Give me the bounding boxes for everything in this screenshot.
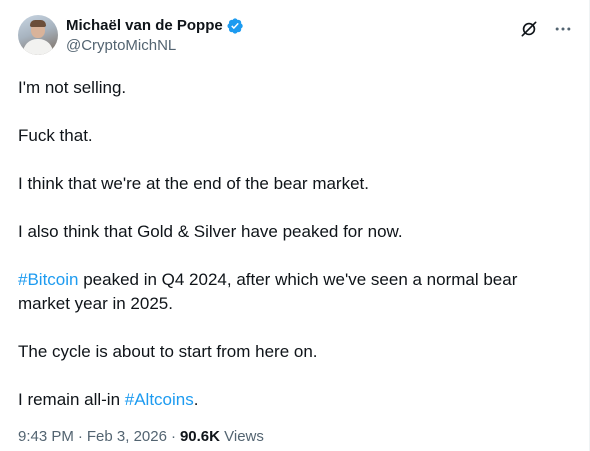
display-name-row: Michaël van de Poppe	[66, 16, 244, 36]
meta-separator: ·	[77, 428, 83, 445]
hashtag-altcoins[interactable]: #Altcoins	[125, 390, 194, 409]
author-names: Michaël van de Poppe @CryptoMichNL	[66, 16, 244, 56]
handle[interactable]: @CryptoMichNL	[66, 36, 244, 56]
avatar-body	[23, 39, 53, 55]
post-time[interactable]: 9:43 PM	[18, 428, 74, 445]
hashtag-bitcoin[interactable]: #Bitcoin	[18, 270, 78, 289]
paragraph-5: #Bitcoin peaked in Q4 2024, after which …	[18, 268, 558, 316]
avatar[interactable]	[18, 15, 58, 55]
views-label: Views	[219, 428, 264, 445]
avatar-hair	[30, 20, 46, 27]
display-name[interactable]: Michaël van de Poppe	[66, 16, 223, 36]
views-count[interactable]: 90.6K	[180, 428, 220, 445]
paragraph-4: I also think that Gold & Silver have pea…	[18, 222, 403, 241]
post-date[interactable]: Feb 3, 2026	[87, 428, 167, 445]
tweet-header: Michaël van de Poppe @CryptoMichNL	[18, 13, 573, 59]
more-icon[interactable]	[553, 19, 573, 39]
paragraph-1: I'm not selling.	[18, 78, 127, 97]
grok-icon[interactable]	[519, 19, 539, 39]
paragraph-7-text: I remain all-in	[18, 390, 125, 409]
tweet-meta: 9:43 PM · Feb 3, 2026 · 90.6K Views	[18, 427, 264, 447]
paragraph-6: The cycle is about to start from here on…	[18, 342, 318, 361]
paragraph-3: I think that we're at the end of the bea…	[18, 174, 369, 193]
tweet: Michaël van de Poppe @CryptoMichNL I'm n…	[0, 0, 590, 451]
header-actions	[519, 19, 573, 39]
meta-separator: ·	[170, 428, 176, 445]
paragraph-7: I remain all-in #Altcoins.	[18, 388, 558, 412]
tweet-text: I'm not selling. Fuck that. I think that…	[18, 76, 558, 436]
paragraph-2: Fuck that.	[18, 126, 93, 145]
verified-badge-icon[interactable]	[226, 17, 244, 35]
paragraph-5-text: peaked in Q4 2024, after which we've see…	[18, 270, 518, 313]
paragraph-7-end: .	[193, 390, 199, 409]
